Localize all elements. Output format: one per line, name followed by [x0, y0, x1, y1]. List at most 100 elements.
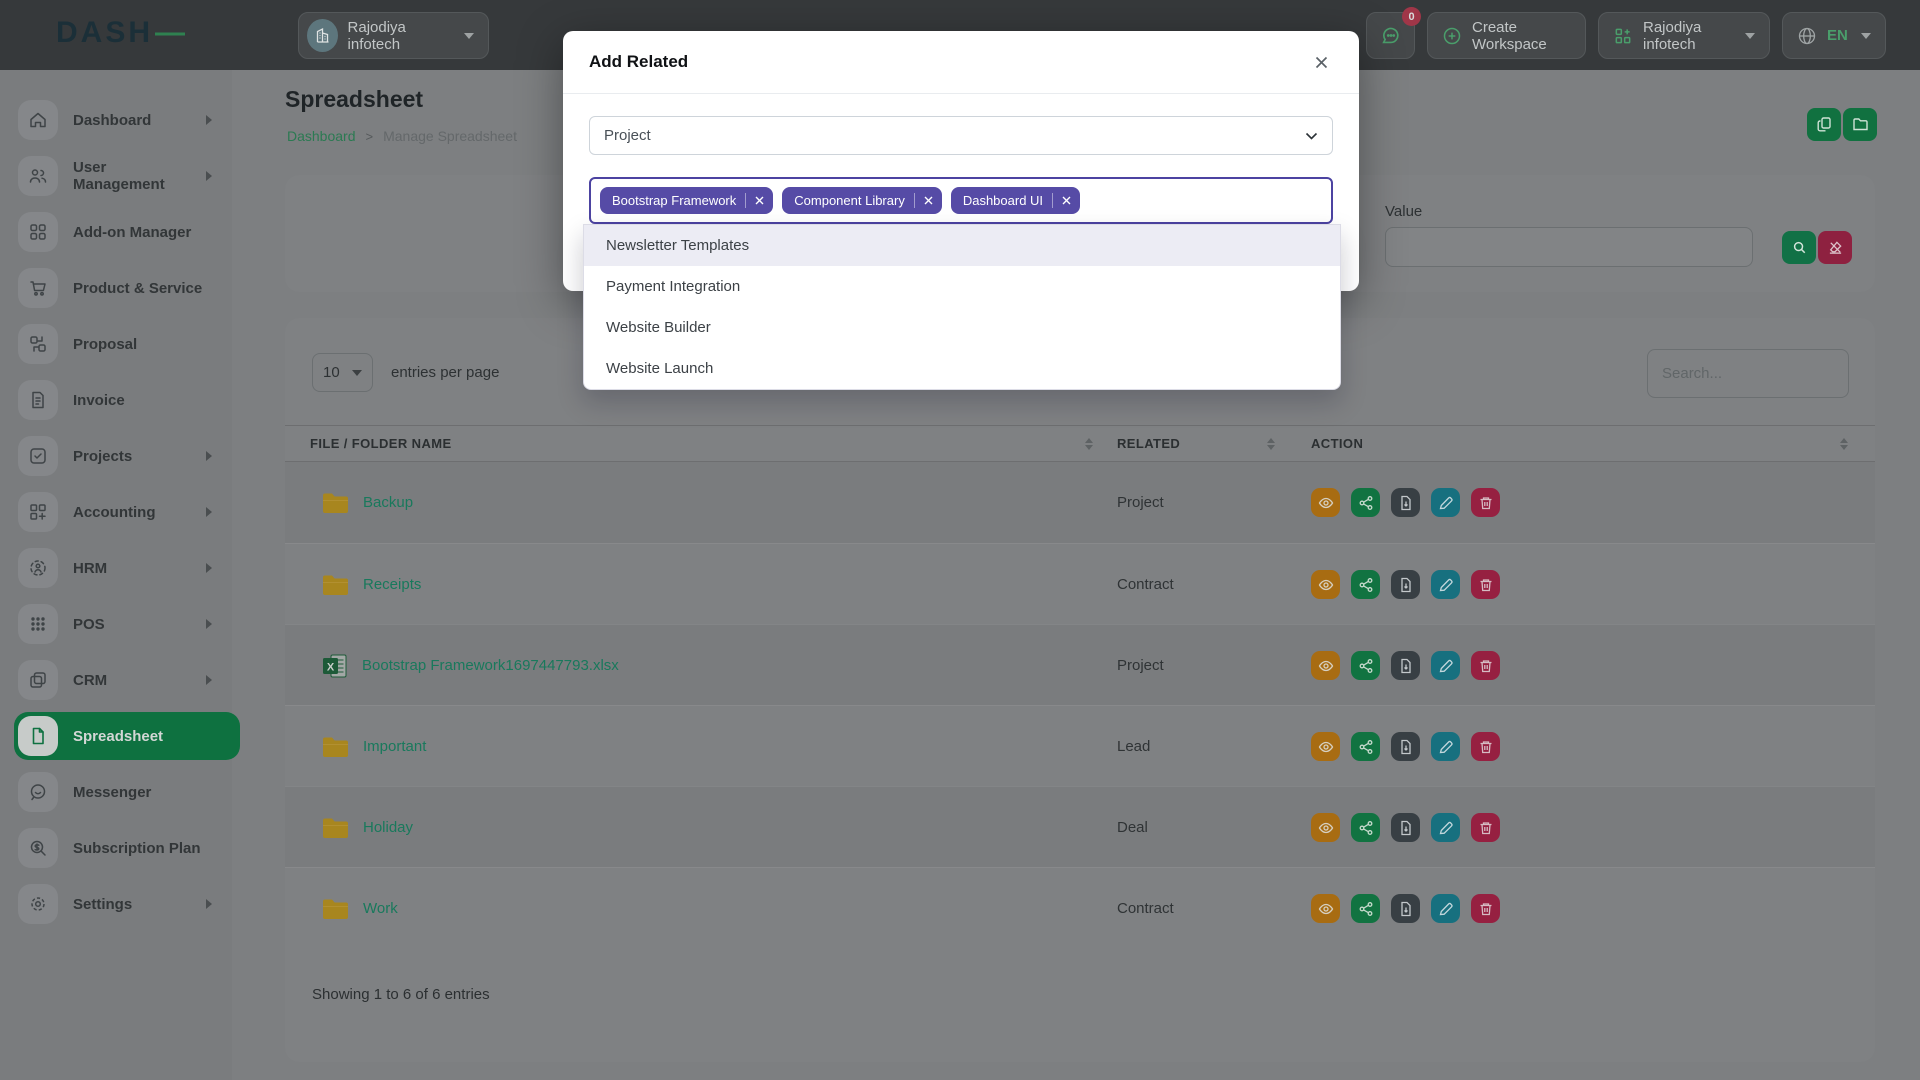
share-button[interactable]: [1351, 732, 1380, 761]
file-link[interactable]: Work: [363, 900, 398, 917]
chevron-down-icon: [1745, 32, 1755, 39]
file-link[interactable]: Holiday: [363, 819, 413, 836]
folder-button[interactable]: [1843, 108, 1877, 141]
share-button[interactable]: [1351, 813, 1380, 842]
edit-button[interactable]: [1431, 651, 1460, 680]
modal-title: Add Related: [589, 52, 689, 71]
sidebar-item-proposal[interactable]: Proposal: [14, 320, 222, 368]
convert-button[interactable]: [1391, 488, 1420, 517]
modal-close-button[interactable]: [1310, 51, 1333, 74]
messenger-icon: [18, 772, 58, 812]
selected-tag: Dashboard UI: [950, 187, 1081, 214]
delete-button[interactable]: [1471, 570, 1500, 599]
sidebar-item-settings[interactable]: Settings: [14, 880, 222, 928]
create-workspace-button[interactable]: Create Workspace: [1427, 12, 1586, 59]
file-link[interactable]: Backup: [363, 494, 413, 511]
sidebar-item-label: Proposal: [73, 335, 138, 353]
workspace-switcher[interactable]: Rajodiya infotech: [298, 12, 489, 59]
view-button[interactable]: [1311, 894, 1340, 923]
view-button[interactable]: [1311, 488, 1340, 517]
dropdown-option[interactable]: Payment Integration: [584, 266, 1340, 307]
column-header-file-folder-name[interactable]: FILE / FOLDER NAME: [310, 436, 1093, 451]
sidebar-item-invoice[interactable]: Invoice: [14, 376, 222, 424]
spreadsheet-table-card: 10 entries per page FILE / FOLDER NAME R…: [285, 318, 1875, 1062]
delete-button[interactable]: [1471, 488, 1500, 517]
sidebar-item-crm[interactable]: CRM: [14, 656, 222, 704]
sort-icon[interactable]: [1267, 437, 1275, 450]
messages-button[interactable]: 0: [1366, 7, 1421, 59]
convert-button[interactable]: [1391, 894, 1420, 923]
share-button[interactable]: [1351, 894, 1380, 923]
modal-body: Project Bootstrap Framework Component Li…: [563, 94, 1359, 224]
table-search-input[interactable]: [1647, 349, 1849, 398]
share-button[interactable]: [1351, 488, 1380, 517]
related-type-select[interactable]: Project: [589, 116, 1333, 155]
delete-button[interactable]: [1471, 894, 1500, 923]
share-button[interactable]: [1351, 651, 1380, 680]
sidebar-item-spreadsheet[interactable]: Spreadsheet: [14, 712, 240, 760]
copy-link-button[interactable]: [1807, 108, 1841, 141]
view-button[interactable]: [1311, 813, 1340, 842]
edit-button[interactable]: [1431, 894, 1460, 923]
convert-button[interactable]: [1391, 651, 1420, 680]
delete-button[interactable]: [1471, 732, 1500, 761]
share-icon: [1359, 658, 1372, 673]
related-items-tag-input[interactable]: Bootstrap Framework Component Library Da…: [589, 177, 1333, 224]
tag-remove-button[interactable]: [913, 193, 933, 208]
sidebar-item-label: Product & Service: [73, 279, 203, 297]
language-code: EN: [1827, 27, 1848, 44]
sidebar-item-label: Messenger: [73, 783, 152, 801]
dropdown-option[interactable]: Newsletter Templates: [584, 225, 1340, 266]
sidebar-item-label: User Management: [73, 159, 165, 193]
chevron-right-icon: [206, 899, 212, 909]
file-link[interactable]: Important: [363, 738, 426, 755]
dropdown-option[interactable]: Website Launch: [584, 348, 1340, 389]
company-menu[interactable]: Rajodiya infotech: [1598, 12, 1770, 59]
dropdown-option[interactable]: Website Builder: [584, 307, 1340, 348]
sort-icon[interactable]: [1085, 437, 1093, 450]
filter-search-button[interactable]: [1782, 231, 1816, 264]
convert-button[interactable]: [1391, 570, 1420, 599]
folder-icon: [1852, 118, 1868, 131]
sidebar-item-accounting[interactable]: Accounting: [14, 488, 222, 536]
edit-button[interactable]: [1431, 813, 1460, 842]
sidebar-item-messenger[interactable]: Messenger: [14, 768, 222, 816]
sidebar-item-subscription-plan[interactable]: Subscription Plan: [14, 824, 222, 872]
tag-remove-button[interactable]: [1052, 193, 1071, 208]
column-header-action[interactable]: ACTION: [1311, 436, 1848, 451]
file-link[interactable]: Bootstrap Framework1697447793.xlsx: [362, 657, 619, 674]
sidebar-item-projects[interactable]: Projects: [14, 432, 222, 480]
convert-button[interactable]: [1391, 813, 1420, 842]
entries-per-page-select[interactable]: 10: [312, 353, 373, 392]
delete-button[interactable]: [1471, 813, 1500, 842]
sidebar-item-user-management[interactable]: User Management: [14, 152, 222, 200]
sidebar-item-hrm[interactable]: HRM: [14, 544, 222, 592]
edit-button[interactable]: [1431, 570, 1460, 599]
logo[interactable]: DASH —: [56, 16, 188, 50]
sidebar-item-dashboard[interactable]: Dashboard: [14, 96, 222, 144]
value-input[interactable]: [1385, 227, 1753, 267]
modal-header: Add Related: [563, 31, 1359, 94]
view-button[interactable]: [1311, 732, 1340, 761]
view-button[interactable]: [1311, 651, 1340, 680]
sidebar-item-product-service[interactable]: Product & Service: [14, 264, 222, 312]
sort-icon[interactable]: [1840, 437, 1848, 450]
convert-button[interactable]: [1391, 732, 1420, 761]
breadcrumb-dashboard-link[interactable]: Dashboard: [287, 128, 356, 144]
view-button[interactable]: [1311, 570, 1340, 599]
filter-reset-button[interactable]: [1818, 231, 1852, 264]
delete-button[interactable]: [1471, 651, 1500, 680]
column-header-related[interactable]: RELATED: [1117, 436, 1275, 451]
language-selector[interactable]: EN: [1782, 12, 1886, 59]
sidebar-item-pos[interactable]: POS: [14, 600, 222, 648]
share-icon: [1359, 901, 1372, 916]
pencil-icon: [1439, 659, 1453, 672]
file-link[interactable]: Receipts: [363, 576, 421, 593]
logo-text: DASH: [56, 16, 154, 49]
tag-remove-button[interactable]: [745, 193, 764, 208]
sidebar-item-addon-manager[interactable]: Add-on Manager: [14, 208, 222, 256]
edit-button[interactable]: [1431, 732, 1460, 761]
tag-label: Bootstrap Framework: [612, 193, 737, 208]
share-button[interactable]: [1351, 570, 1380, 599]
edit-button[interactable]: [1431, 488, 1460, 517]
